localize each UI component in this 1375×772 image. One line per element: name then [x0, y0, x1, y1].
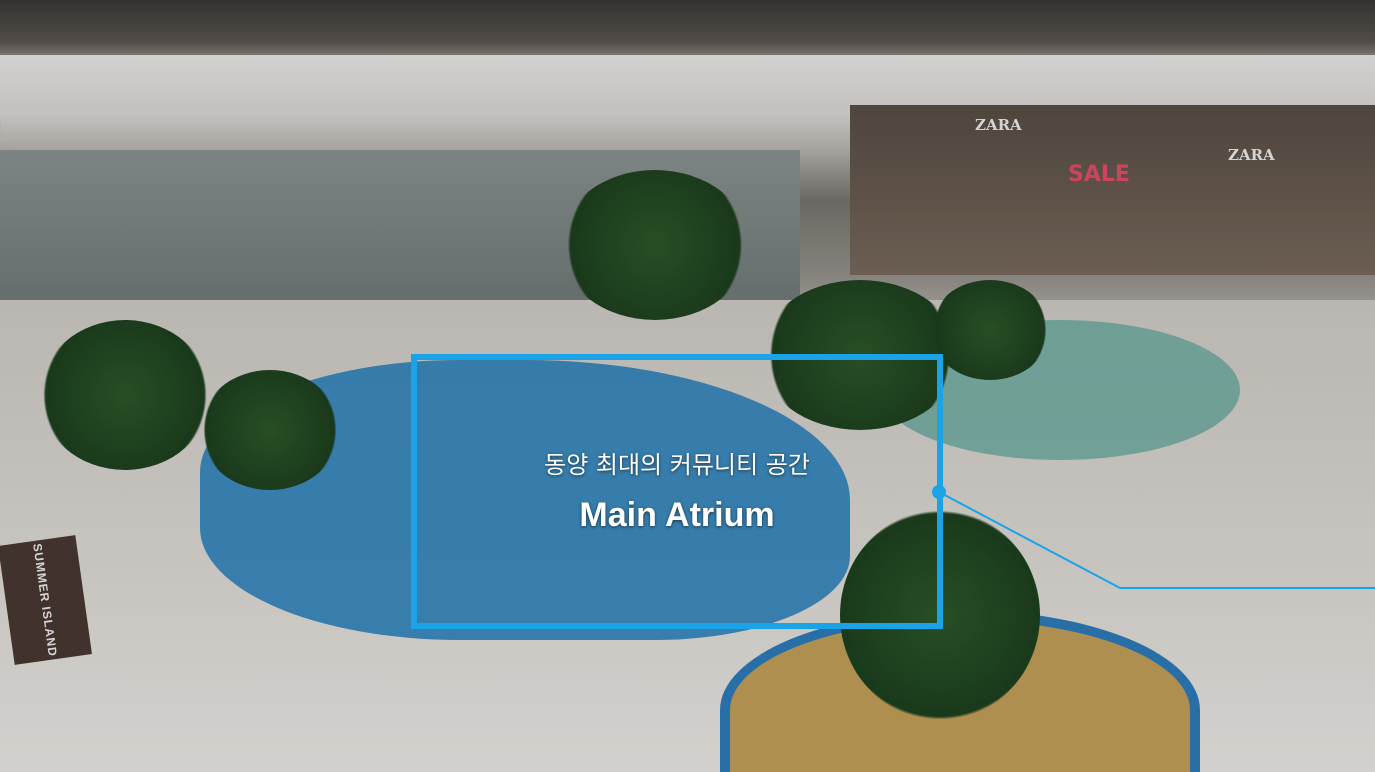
- hotspot-caption: 동양 최대의 커뮤니티 공간 Main Atrium: [417, 445, 937, 535]
- hotspot-title: Main Atrium: [579, 496, 775, 534]
- hotspot-subtitle: 동양 최대의 커뮤니티 공간: [544, 451, 810, 479]
- atrium-photo: ZARA ZARA SALE SUMMER ISLAND 동양 최대의 커뮤니티…: [0, 0, 1375, 772]
